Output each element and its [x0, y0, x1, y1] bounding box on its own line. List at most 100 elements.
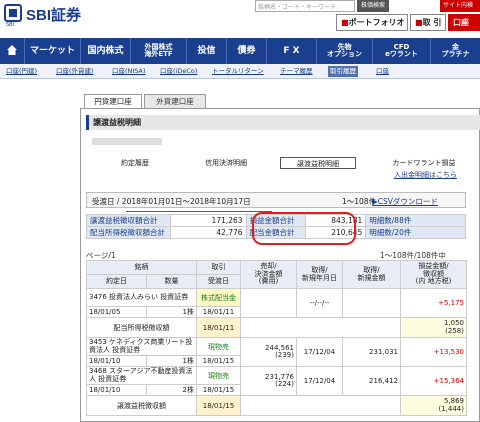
red-underline — [126, 211, 272, 212]
subnav-account-jpy[interactable]: 口座(円建) — [6, 66, 37, 77]
sale-amount: 231,776 (224) — [240, 366, 297, 396]
tax-label: 配当所得税徴収額 — [86, 317, 197, 338]
subnav-account-foreign[interactable]: 口座(外貨建) — [56, 66, 94, 77]
nav-fund[interactable]: 投信 — [186, 38, 226, 64]
tax-date: 18/01/15 — [196, 395, 241, 416]
col-header-pl: 損益金額/ 徴収額 (内 地方税) — [400, 260, 467, 289]
sbi-logo-icon[interactable] — [4, 4, 22, 22]
summary-label: 配当所得税徴収額合計 — [86, 226, 171, 239]
pl-amount: +13,530 — [400, 337, 467, 367]
security-name[interactable]: 3453 ケネディクス商業リート投資法人 投資証券 — [86, 337, 197, 356]
chevron-right-icon: ■ — [341, 18, 349, 27]
trade-date: 18/01/10 — [86, 355, 147, 367]
result-count: 1〜108件 — [342, 197, 377, 206]
settle-date: 18/01/11 — [196, 306, 241, 318]
settle-date: 18/01/15 — [196, 355, 241, 367]
account-button[interactable]: 口座 — [448, 14, 480, 31]
acq-date: 17/12/04 — [296, 366, 343, 396]
pl-amount: +5,175 — [400, 288, 467, 318]
trade-type: 株式配当金 — [196, 288, 241, 307]
trade-date: 18/01/05 — [86, 306, 147, 318]
tab-jpy-account[interactable]: 円貨建口座 — [84, 94, 142, 108]
portfolio-button[interactable]: ■ポートフォリオ — [336, 14, 408, 31]
cash-statement-link[interactable]: 入出金明細はこちら — [394, 170, 457, 180]
sale-amount: 244,561 (239) — [240, 337, 297, 367]
summary-value: 42,776 — [169, 226, 247, 239]
nav-domestic-stock[interactable]: 国内株式 — [80, 38, 130, 64]
table-row: 3468 スターアジア不動産投資法人 投資証券 現物売 231,776 (224)… — [86, 366, 467, 396]
csv-download-label: CSVダウンロード — [377, 197, 438, 206]
tax-amount: 1,050 (258) — [400, 317, 467, 338]
acq-date: --/--/-- — [296, 288, 343, 318]
col-header-sale: 売却/ 決済金額 (費用) — [240, 260, 297, 289]
summary-count: 明細数/88件 — [365, 214, 466, 227]
period-filter: 受渡日 / 2018年01月01日〜2018年10月17日 — [92, 197, 251, 206]
section-title: 譲渡益税明細 — [86, 115, 480, 130]
quantity: 2株 — [146, 384, 197, 396]
acq-price: 216,412 — [342, 366, 401, 396]
empty-cell — [240, 317, 401, 338]
nav-futures[interactable]: 先物 オプション — [316, 38, 372, 64]
tax-local-value: (1,444) — [438, 404, 464, 413]
filter-margin-settlement[interactable]: 信用決済明細 — [186, 157, 266, 169]
subnav-account-ideco[interactable]: 口座(iDeCo) — [160, 66, 197, 77]
quantity: 1株 — [146, 306, 197, 318]
pl-amount: +15,364 — [400, 366, 467, 396]
home-icon[interactable] — [6, 44, 18, 56]
sale-amount — [240, 288, 297, 318]
nav-bond[interactable]: 債券 — [226, 38, 266, 64]
tab-foreign-account[interactable]: 外貨建口座 — [144, 94, 206, 108]
quantity: 1株 — [146, 355, 197, 367]
acq-price: 231,031 — [342, 337, 401, 367]
col-header-torihiki: 取引 — [196, 260, 241, 275]
fee-value: (239) — [275, 351, 294, 359]
filter-capital-gains[interactable]: 譲渡益税明細 — [280, 157, 356, 169]
table-row: 3476 投資法人みらい 投資証券 株式配当金 --/--/-- +5,175 — [86, 288, 467, 318]
acq-price — [342, 288, 401, 318]
fee-value: (224) — [275, 380, 294, 388]
subnav-total-return[interactable]: トータルリターン — [212, 66, 264, 77]
security-name[interactable]: 3468 スターアジア不動産投資法人 投資証券 — [86, 366, 197, 385]
trade-type: 現物売 — [196, 337, 241, 356]
trade-type: 現物売 — [196, 366, 241, 385]
filter-trade-history[interactable]: 約定履歴 — [100, 157, 170, 169]
nav-foreign-stock[interactable]: 外国株式 海外ETF — [130, 38, 186, 64]
subnav-trade-history[interactable]: 取引履歴 — [328, 66, 358, 77]
table-row: 3453 ケネディクス商業リート投資法人 投資証券 現物売 244,561 (23… — [86, 337, 467, 367]
nav-market[interactable]: マーケット — [24, 38, 80, 64]
logo-sub-text: SBI — [6, 22, 15, 28]
summary-value: 171,263 — [169, 214, 247, 227]
tax-local-value: (258) — [445, 326, 464, 335]
subnav-account-nisa[interactable]: 口座(NISA) — [112, 66, 146, 77]
security-name[interactable]: 3476 投資法人みらい 投資証券 — [86, 288, 197, 307]
empty-cell — [240, 395, 401, 416]
tax-row: 譲渡益税徴収額 18/01/15 5,869 (1,444) — [86, 395, 467, 416]
period-value: 2018年01月01日〜2018年10月17日 — [121, 197, 251, 206]
tax-row: 配当所得税徴収額 18/01/11 1,050 (258) — [86, 317, 467, 338]
logo-text[interactable]: SBI証券 — [26, 4, 81, 25]
nav-cfd[interactable]: CFD eワラント — [372, 38, 430, 64]
subnav-theme-history[interactable]: テーマ履歴 — [280, 66, 313, 77]
summary-label: 譲渡益税徴収額合計 — [86, 214, 171, 227]
search-input[interactable]: 銘柄名・コード・キーワード — [255, 0, 355, 12]
csv-download-link[interactable]: ▶CSVダウンロード — [372, 196, 438, 207]
trade-button[interactable]: ■取 引 — [410, 14, 446, 31]
col-header-yakujo: 約定日 — [86, 274, 147, 289]
nav-gold[interactable]: 金 プラチナ — [430, 38, 480, 64]
search-button[interactable]: 株価検索 — [357, 0, 389, 12]
filter-card-warrant[interactable]: カードワラント損益 — [380, 157, 468, 169]
tax-date: 18/01/11 — [196, 317, 241, 338]
trade-label: 取 引 — [422, 18, 442, 27]
nav-fx[interactable]: F X — [266, 38, 316, 64]
tax-label: 譲渡益税徴収額 — [86, 395, 197, 416]
detail-table: 銘柄 取引 売却/ 決済金額 (費用) 取得/ 新規年月日 取得/ 新規金額 損… — [86, 260, 467, 416]
chevron-right-icon: ■ — [415, 18, 423, 27]
col-header-ukewatashi: 受渡日 — [196, 274, 241, 289]
tax-amount: 5,869 (1,444) — [400, 395, 467, 416]
site-search-link[interactable]: サイト内検 — [440, 0, 480, 12]
subnav-account[interactable]: 口座 — [376, 66, 389, 77]
account-label: 口座 — [453, 18, 469, 27]
period-label: 受渡日 — [92, 197, 115, 206]
red-highlight-oval — [252, 212, 356, 245]
summary-count: 明細数/20件 — [365, 226, 466, 239]
